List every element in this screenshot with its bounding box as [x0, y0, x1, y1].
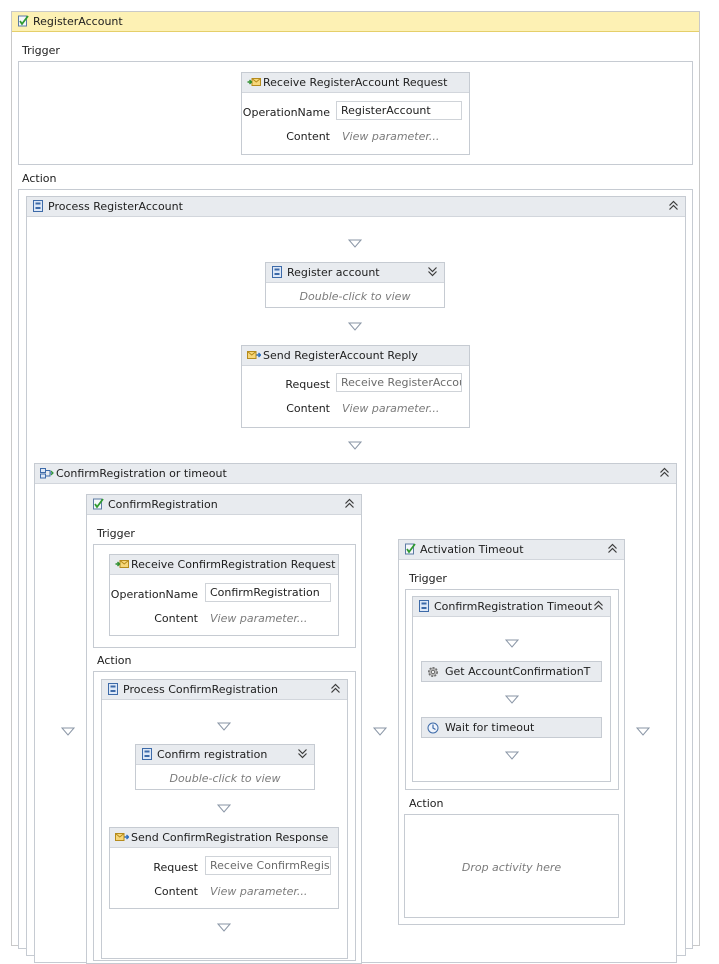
drop-activity-text: Drop activity here: [461, 861, 562, 874]
sequence-icon: [271, 266, 283, 278]
clock-icon: [427, 722, 439, 734]
operation-name-label: OperationName: [110, 588, 198, 601]
send-message-icon: [115, 831, 129, 843]
confirm-branch-title: ConfirmRegistration: [108, 498, 218, 511]
drop-arrow-icon[interactable]: [505, 695, 519, 704]
send-confirm-response-activity[interactable]: Send ConfirmRegistration Response Reques…: [109, 827, 339, 909]
operation-name-field[interactable]: RegisterAccount: [336, 101, 462, 120]
register-account-activity[interactable]: Register account Double-click to view: [265, 262, 445, 308]
drop-arrow-icon[interactable]: [373, 727, 387, 736]
receive-message-icon: [247, 76, 261, 88]
gear-icon: [427, 666, 439, 678]
pick-title: ConfirmRegistration or timeout: [56, 467, 227, 480]
workflow-check-icon: [92, 498, 104, 510]
drop-arrow-icon[interactable]: [505, 751, 519, 760]
confirm-registration-activity[interactable]: Confirm registration Double-click to vie…: [135, 744, 315, 790]
receive-register-activity[interactable]: Receive RegisterAccount Request Operatio…: [241, 72, 470, 155]
request-field[interactable]: Receive RegisterAccount: [336, 373, 462, 392]
sequence-icon: [418, 600, 430, 612]
process-confirm-title: Process ConfirmRegistration: [123, 683, 278, 696]
content-view-parameter-link[interactable]: View parameter...: [342, 402, 439, 415]
timeout-sequence-title: ConfirmRegistration Timeout: [434, 600, 593, 613]
wait-for-timeout-activity[interactable]: Wait for timeout: [421, 717, 602, 738]
sequence-icon: [107, 683, 119, 695]
collapse-icon[interactable]: [593, 600, 604, 611]
timeout-action-drop-zone[interactable]: Drop activity here: [404, 814, 619, 918]
content-label: Content: [154, 612, 198, 625]
collapse-icon[interactable]: [344, 498, 355, 509]
confirm-registration-body[interactable]: Double-click to view: [136, 772, 314, 785]
content-view-parameter-link[interactable]: View parameter...: [210, 612, 307, 625]
drop-arrow-icon[interactable]: [217, 804, 231, 813]
content-view-parameter-link[interactable]: View parameter...: [210, 885, 307, 898]
register-account-body[interactable]: Double-click to view: [266, 290, 444, 303]
drop-arrow-icon[interactable]: [348, 322, 362, 331]
trigger-label: Trigger: [409, 572, 447, 585]
collapse-icon[interactable]: [668, 200, 679, 211]
operation-name-field[interactable]: ConfirmRegistration: [205, 583, 331, 602]
drop-arrow-icon[interactable]: [505, 639, 519, 648]
drop-arrow-icon[interactable]: [61, 727, 75, 736]
action-label: Action: [409, 797, 444, 810]
request-label: Request: [285, 378, 330, 391]
expand-icon[interactable]: [427, 266, 438, 277]
drop-arrow-icon[interactable]: [217, 722, 231, 731]
content-view-parameter-link[interactable]: View parameter...: [342, 130, 439, 143]
collapse-icon[interactable]: [330, 683, 341, 694]
timeout-branch-title: Activation Timeout: [420, 543, 524, 556]
receive-confirm-activity[interactable]: Receive ConfirmRegistration Request Oper…: [109, 554, 339, 636]
drop-arrow-icon[interactable]: [636, 727, 650, 736]
send-confirm-response-title: Send ConfirmRegistration Response: [131, 831, 329, 844]
workflow-check-icon: [404, 543, 416, 555]
workflow-title: RegisterAccount: [33, 15, 123, 28]
receive-message-icon: [115, 558, 129, 570]
sequence-icon: [141, 748, 153, 760]
process-confirm-sequence[interactable]: Process ConfirmRegistration: [101, 679, 348, 959]
sequence-icon: [32, 200, 44, 212]
content-label: Content: [154, 885, 198, 898]
process-register-title: Process RegisterAccount: [48, 200, 183, 213]
wait-for-timeout-title: Wait for timeout: [445, 721, 535, 734]
action-label: Action: [97, 654, 132, 667]
collapse-icon[interactable]: [607, 543, 618, 554]
confirm-registration-title: Confirm registration: [157, 748, 268, 761]
action-label: Action: [22, 172, 57, 185]
pick-icon: [40, 467, 54, 479]
receive-confirm-title: Receive ConfirmRegistration Request: [131, 558, 336, 571]
content-label: Content: [286, 402, 330, 415]
get-confirmation-title: Get AccountConfirmationT: [445, 665, 591, 678]
send-register-reply-title: Send RegisterAccount Reply: [263, 349, 418, 362]
drop-arrow-icon[interactable]: [348, 441, 362, 450]
send-message-icon: [247, 349, 261, 361]
operation-name-label: OperationName: [242, 106, 330, 119]
collapse-icon[interactable]: [659, 467, 670, 478]
drop-arrow-icon[interactable]: [348, 239, 362, 248]
request-label: Request: [153, 861, 198, 874]
get-confirmation-activity[interactable]: Get AccountConfirmationT: [421, 661, 602, 682]
expand-icon[interactable]: [297, 748, 308, 759]
trigger-label: Trigger: [97, 527, 135, 540]
drop-arrow-icon[interactable]: [217, 923, 231, 932]
trigger-label: Trigger: [22, 44, 60, 57]
workflow-check-icon: [17, 15, 29, 27]
workflow-header[interactable]: RegisterAccount: [12, 12, 699, 32]
content-label: Content: [286, 130, 330, 143]
register-account-title: Register account: [287, 266, 380, 279]
send-register-reply-activity[interactable]: Send RegisterAccount Reply Request Recei…: [241, 345, 470, 428]
request-field[interactable]: Receive ConfirmRegistrat: [205, 856, 331, 875]
receive-register-title: Receive RegisterAccount Request: [263, 76, 448, 89]
